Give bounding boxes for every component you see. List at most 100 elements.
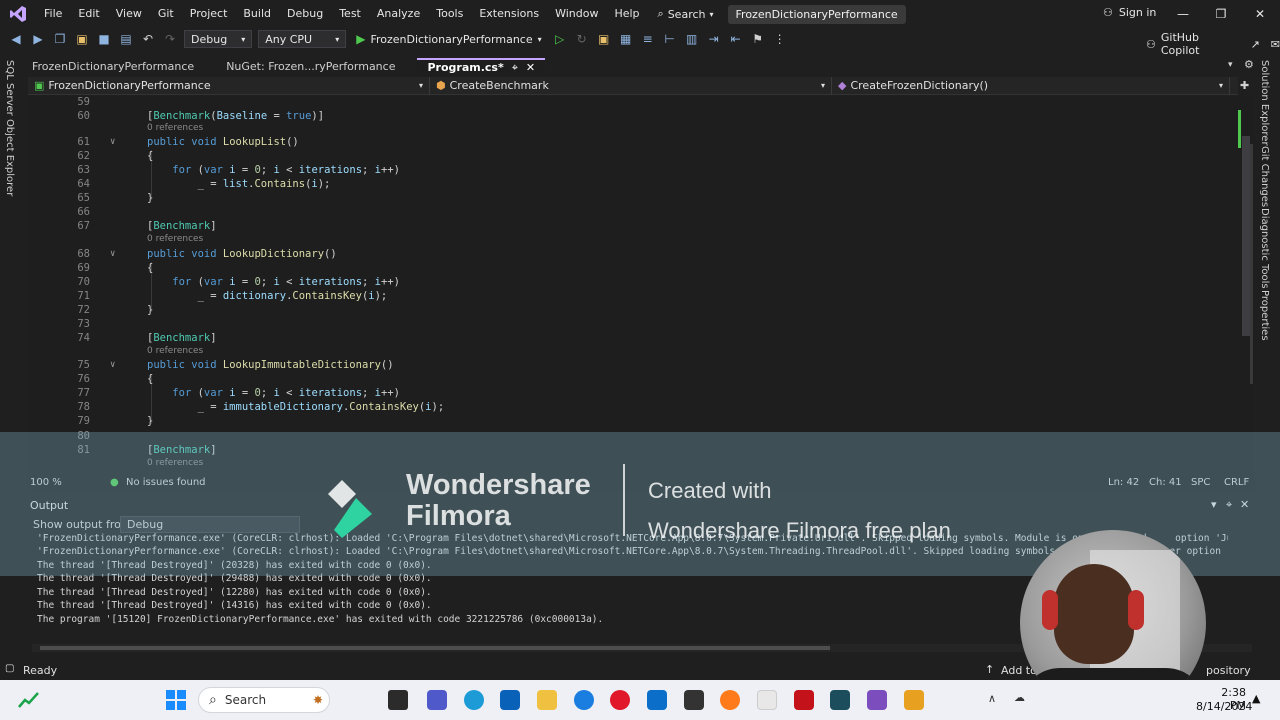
platform-dropdown[interactable]: Any CPU ▾ xyxy=(258,30,347,48)
back-icon[interactable]: ◀ xyxy=(8,31,24,47)
menu-extensions[interactable]: Extensions xyxy=(471,0,547,28)
code-editor[interactable]: 59 60 [Benchmark(Baseline = true)] 0 refe… xyxy=(28,96,1238,476)
terminal-icon[interactable] xyxy=(830,690,850,710)
menu-analyze[interactable]: Analyze xyxy=(369,0,428,28)
split-editor-icon[interactable]: ✚ xyxy=(1240,79,1249,92)
slack-icon[interactable] xyxy=(757,690,777,710)
sublime-icon[interactable] xyxy=(904,690,924,710)
issues-status[interactable]: No issues found xyxy=(126,477,206,488)
clock-date[interactable]: 8/14/2024 xyxy=(1196,700,1252,713)
search-menu[interactable]: ⌕ Search ▾ xyxy=(648,7,724,21)
tab-nuget[interactable]: NuGet: Frozen...ryPerformance xyxy=(216,58,405,76)
menu-help[interactable]: Help xyxy=(606,0,647,28)
close-panel-icon[interactable]: ✕ xyxy=(1240,498,1249,511)
save-all-icon[interactable]: ▤ xyxy=(118,31,134,47)
app-icon[interactable] xyxy=(684,690,704,710)
menu-debug[interactable]: Debug xyxy=(279,0,331,28)
hot-reload-icon[interactable]: ↻ xyxy=(574,31,590,47)
layout-icon[interactable]: ▦ xyxy=(618,31,634,47)
browse-icon[interactable]: ▣ xyxy=(596,31,612,47)
visual-studio-logo-icon[interactable] xyxy=(0,0,36,28)
code-lens-references[interactable]: 0 references xyxy=(147,234,203,245)
tray-icon[interactable]: ☁ xyxy=(1014,691,1025,704)
whitespace-mode[interactable]: SPC xyxy=(1191,477,1210,488)
undo-icon[interactable]: ↶ xyxy=(140,31,156,47)
close-tab-icon[interactable]: ✕ xyxy=(526,59,535,77)
menu-window[interactable]: Window xyxy=(547,0,606,28)
outdent-icon[interactable]: ⇤ xyxy=(728,31,744,47)
step-icon[interactable]: ≡ xyxy=(640,31,656,47)
tab-solution[interactable]: FrozenDictionaryPerformance xyxy=(22,58,204,76)
menu-file[interactable]: File xyxy=(36,0,70,28)
teams-icon[interactable] xyxy=(427,690,447,710)
code-line: 76{ xyxy=(77,373,154,385)
minimize-button[interactable]: — xyxy=(1164,0,1202,28)
stocks-widget-icon[interactable] xyxy=(18,690,40,710)
redo-icon[interactable]: ↷ xyxy=(162,31,178,47)
taskbar-search-box[interactable]: ⌕ Search ✸ xyxy=(198,687,330,713)
solution-explorer-tab[interactable]: Solution Explorer xyxy=(1259,60,1270,146)
editor-scrollbar[interactable] xyxy=(1238,96,1254,476)
mcafee-icon[interactable] xyxy=(794,690,814,710)
feedback-icon[interactable]: ✉ xyxy=(1271,38,1280,51)
mail-icon[interactable] xyxy=(647,690,667,710)
sign-in-button[interactable]: ⚇ Sign in xyxy=(1103,6,1156,19)
more-tools-icon[interactable]: ⋮ xyxy=(772,31,788,47)
class-dropdown[interactable]: ⬢ CreateBenchmark ▾ xyxy=(430,76,832,95)
git-changes-tab[interactable]: Git Changes xyxy=(1259,146,1270,207)
indent-icon[interactable]: ⇥ xyxy=(706,31,722,47)
windows-start-icon[interactable] xyxy=(166,690,186,710)
member-dropdown[interactable]: ◆ CreateFrozenDictionary() ▾ xyxy=(832,76,1230,95)
project-dropdown[interactable]: ▣ FrozenDictionaryPerformance ▾ xyxy=(28,76,430,95)
visual-studio-taskbar-icon[interactable] xyxy=(867,690,887,710)
bookmark-icon[interactable]: ⚑ xyxy=(750,31,766,47)
pin-icon[interactable]: ⌖ xyxy=(1226,498,1232,512)
menu-build[interactable]: Build xyxy=(235,0,279,28)
tab-program-cs[interactable]: Program.cs* ⌖ ✕ xyxy=(417,58,546,77)
save-icon[interactable]: ■ xyxy=(96,31,112,47)
forward-icon[interactable]: ▶ xyxy=(30,31,46,47)
output-source-dropdown[interactable]: Debug xyxy=(120,516,300,533)
sync-app-icon[interactable] xyxy=(574,690,594,710)
zoom-level[interactable]: 100 % xyxy=(30,477,62,488)
code-lens-references[interactable]: 0 references xyxy=(147,123,203,134)
maximize-button[interactable]: ❐ xyxy=(1202,0,1240,28)
start-without-debugging-icon[interactable]: ▷ xyxy=(552,31,568,47)
properties-tab[interactable]: Properties xyxy=(1259,290,1270,341)
settings-gear-icon[interactable]: ⚙ xyxy=(1244,58,1254,71)
code-line: 64 _ = list.Contains(i); xyxy=(77,178,331,190)
file-explorer-icon[interactable] xyxy=(537,690,557,710)
start-debugging-button[interactable]: ▶ FrozenDictionaryPerformance ▾ xyxy=(352,32,545,46)
github-copilot-button[interactable]: ⚇ GitHub Copilot ↗ ✉ xyxy=(1146,31,1280,57)
edge-icon[interactable] xyxy=(464,690,484,710)
configuration-dropdown[interactable]: Debug ▾ xyxy=(184,30,253,48)
menu-project[interactable]: Project xyxy=(182,0,236,28)
task-view-icon[interactable] xyxy=(388,690,408,710)
line-ending[interactable]: CRLF xyxy=(1224,477,1249,488)
store-icon[interactable] xyxy=(500,690,520,710)
menu-tools[interactable]: Tools xyxy=(428,0,471,28)
class-icon: ⬢ xyxy=(436,79,446,92)
align-icon[interactable]: ⊢ xyxy=(662,31,678,47)
open-file-icon[interactable]: ▣ xyxy=(74,31,90,47)
pin-icon[interactable]: ⌖ xyxy=(512,59,518,77)
notification-bell-icon[interactable]: ▲ xyxy=(1252,692,1260,705)
menu-view[interactable]: View xyxy=(108,0,150,28)
close-button[interactable]: ✕ xyxy=(1241,0,1279,28)
opera-icon[interactable] xyxy=(610,690,630,710)
code-lens-references[interactable]: 0 references xyxy=(147,346,203,357)
share-icon[interactable]: ↗ xyxy=(1251,38,1260,51)
menu-git[interactable]: Git xyxy=(150,0,182,28)
select-repository[interactable]: pository xyxy=(1206,664,1251,677)
sql-server-object-explorer-tab[interactable]: SQL Server Object Explorer xyxy=(4,60,15,196)
menu-edit[interactable]: Edit xyxy=(70,0,107,28)
tab-list-dropdown-icon[interactable]: ▾ xyxy=(1228,60,1233,70)
menu-test[interactable]: Test xyxy=(331,0,369,28)
dropdown-icon[interactable]: ▾ xyxy=(1211,498,1217,511)
diagnostic-tools-tab[interactable]: Diagnostic Tools xyxy=(1259,208,1270,289)
columns-icon[interactable]: ▥ xyxy=(684,31,700,47)
new-project-icon[interactable]: ❐ xyxy=(52,31,68,47)
code-lens-references[interactable]: 0 references xyxy=(147,458,203,469)
firefox-icon[interactable] xyxy=(720,690,740,710)
chevron-up-icon[interactable]: ∧ xyxy=(988,692,996,705)
